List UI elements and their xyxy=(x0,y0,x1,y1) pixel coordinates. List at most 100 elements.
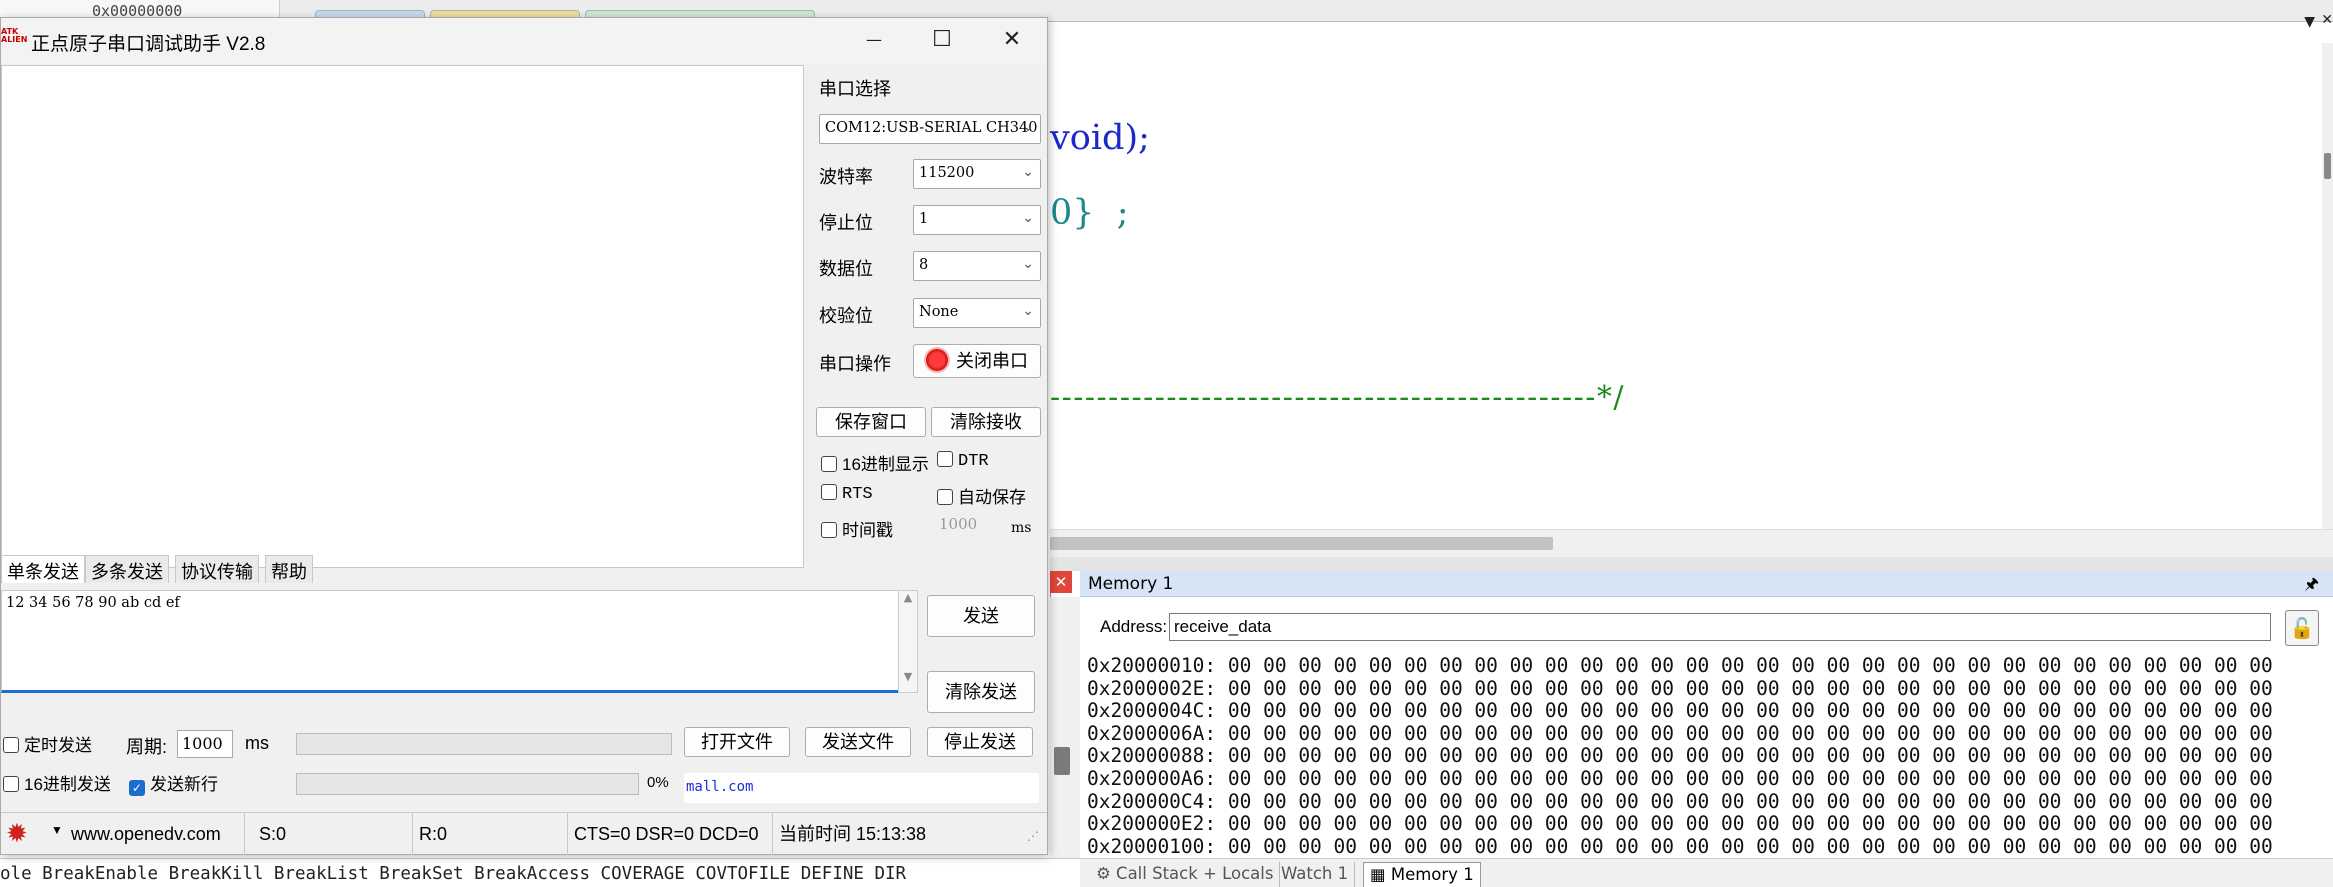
stopbits-label: 停止位 xyxy=(819,213,873,233)
hex-send-checkbox[interactable]: 16进制发送 xyxy=(3,770,111,795)
send-text: 12 34 56 78 90 ab cd ef xyxy=(6,595,180,611)
command-hint-text: ole BreakEnable BreakKill BreakList Brea… xyxy=(0,864,907,884)
status-led-icon xyxy=(926,349,948,371)
baud-label: 波特率 xyxy=(819,167,873,187)
port-operation-label: 串口操作 xyxy=(819,354,891,374)
clear-send-button[interactable]: 清除发送 xyxy=(927,671,1035,713)
close-port-button[interactable]: 关闭串口 xyxy=(913,344,1041,378)
auto-save-checkbox[interactable]: 自动保存 xyxy=(937,483,1026,508)
horizontal-scroll-thumb[interactable] xyxy=(1050,537,1553,550)
send-progress-bar xyxy=(296,773,639,795)
memory-row: 0x20000010: 00 00 00 00 00 00 00 00 00 0… xyxy=(1087,655,2273,677)
send-button[interactable]: 发送 xyxy=(927,595,1035,637)
databits-select[interactable]: 8 ⌄ xyxy=(913,251,1041,281)
current-time: 当前时间 15:13:38 xyxy=(779,824,927,844)
memory-row: 0x200000C4: 00 00 00 00 00 00 00 00 00 0… xyxy=(1087,789,2273,813)
address-input[interactable] xyxy=(1169,613,2271,641)
tabs-close-icon[interactable]: ✕ xyxy=(2321,12,2333,28)
app-logo-icon: ATK ALIEN xyxy=(1,27,28,44)
menu-dropdown-icon[interactable]: ▼ xyxy=(51,823,63,837)
period-label: 周期: xyxy=(126,737,168,757)
send-newline-checkbox[interactable]: ✓ 发送新行 xyxy=(129,770,218,796)
tab-multi-send[interactable]: 多条发送 xyxy=(85,555,169,583)
check-icon: ✓ xyxy=(129,780,145,796)
timed-send-checkbox[interactable]: 定时发送 xyxy=(3,731,92,756)
hex-display-checkbox[interactable]: 16进制显示 xyxy=(821,450,929,475)
sent-count: S:0 xyxy=(253,813,413,855)
minimize-button[interactable]: — xyxy=(844,22,904,58)
rts-checkbox[interactable]: RTS xyxy=(821,483,873,504)
receive-area[interactable] xyxy=(1,65,804,568)
tab-help[interactable]: 帮助 xyxy=(265,555,313,583)
send-file-button[interactable]: 发送文件 xyxy=(805,727,911,757)
resize-grip-icon[interactable]: ⋰ xyxy=(1027,829,1039,843)
databits-label: 数据位 xyxy=(819,259,873,279)
code-editor[interactable]: void); 0} ; ----------------------------… xyxy=(1050,43,2333,529)
chevron-down-icon: ⌄ xyxy=(1022,119,1034,135)
send-input[interactable]: 12 34 56 78 90 ab cd ef xyxy=(1,590,901,693)
scroll-down-icon[interactable]: ▼ xyxy=(899,670,917,683)
panel-splitter[interactable] xyxy=(1050,557,2333,571)
chevron-down-icon: ⌄ xyxy=(1022,210,1034,226)
timestamp-checkbox[interactable]: 时间戳 xyxy=(821,516,893,541)
chevron-down-icon: ⌄ xyxy=(1022,256,1034,272)
port-select[interactable]: COM12:USB-SERIAL CH340 ⌄ xyxy=(819,114,1041,144)
memory-row: 0x20000088: 00 00 00 00 00 00 00 00 00 0… xyxy=(1087,744,2273,768)
chevron-down-icon: ⌄ xyxy=(1022,164,1034,180)
pin-icon[interactable]: 🖈 xyxy=(2304,573,2319,600)
memory-row: 0x2000006A: 00 00 00 00 00 00 00 00 00 0… xyxy=(1087,721,2273,745)
serial-assistant-window: ATK ALIEN 正点原子串口调试助手 V2.8 — ☐ ✕ 串口选择 COM1… xyxy=(0,17,1048,855)
close-button[interactable]: ✕ xyxy=(982,22,1042,58)
open-file-button[interactable]: 打开文件 xyxy=(684,727,790,757)
website-link[interactable]: www.openedv.com xyxy=(65,813,245,855)
scroll-up-icon[interactable]: ▲ xyxy=(899,591,917,604)
timestamp-interval: 1000 xyxy=(939,515,978,533)
maximize-button[interactable]: ☐ xyxy=(912,22,972,58)
memory-row: 0x20000100: 00 00 00 00 00 00 00 00 00 0… xyxy=(1087,834,2273,858)
gear-icon[interactable]: ✹ xyxy=(6,817,28,851)
tab-watch-1[interactable]: Watch 1 xyxy=(1275,862,1356,887)
tabs-dropdown-icon[interactable]: ▼ xyxy=(2304,14,2315,30)
memory-titlebar: Memory 1 🖈 xyxy=(1080,571,2333,597)
tab-single-send[interactable]: 单条发送 xyxy=(1,555,85,583)
call-stack-icon: ⚙ xyxy=(1096,864,1117,883)
send-scrollbar[interactable]: ▲ ▼ xyxy=(898,590,918,693)
close-icon[interactable]: ✕ xyxy=(1050,571,1072,593)
lock-icon[interactable]: 🔓 xyxy=(2285,610,2319,646)
tab-protocol[interactable]: 协议传输 xyxy=(175,555,259,583)
dialog-titlebar[interactable]: ATK ALIEN 正点原子串口调试助手 V2.8 — ☐ ✕ xyxy=(1,18,1047,64)
code-line: void); xyxy=(1050,118,1150,158)
parity-label: 校验位 xyxy=(819,306,873,326)
memory-row: 0x2000002E: 00 00 00 00 00 00 00 00 00 0… xyxy=(1087,676,2273,700)
timestamp-unit: ms xyxy=(1011,520,1032,536)
period-unit: ms xyxy=(245,733,269,753)
save-window-button[interactable]: 保存窗口 xyxy=(816,407,926,437)
ad-link[interactable]: mall.com xyxy=(684,773,1039,803)
chevron-down-icon: ⌄ xyxy=(1022,303,1034,319)
stop-send-button[interactable]: 停止发送 xyxy=(927,727,1033,757)
baud-select[interactable]: 115200 ⌄ xyxy=(913,159,1041,189)
address-label: Address: xyxy=(1100,617,1168,636)
memory-row: 0x200000A6: 00 00 00 00 00 00 00 00 00 0… xyxy=(1087,766,2273,790)
command-hint-strip: ole BreakEnable BreakKill BreakList Brea… xyxy=(0,858,1080,887)
parity-select[interactable]: None ⌄ xyxy=(913,298,1041,328)
editor-vertical-scrollbar[interactable] xyxy=(2322,43,2333,529)
code-line: 0} ; xyxy=(1050,193,1129,233)
clear-receive-button[interactable]: 清除接收 xyxy=(931,407,1041,437)
memory-side-scrollbar[interactable] xyxy=(1050,597,1080,858)
memory-row: 0x200000E2: 00 00 00 00 00 00 00 00 00 0… xyxy=(1087,812,2273,836)
dtr-checkbox[interactable]: DTR xyxy=(937,450,989,471)
progress-percent: 0% xyxy=(647,774,669,791)
file-progress-bar xyxy=(296,733,672,755)
memory-scroll-thumb[interactable] xyxy=(1054,747,1070,775)
received-count: R:0 xyxy=(413,813,568,855)
memory-dump[interactable]: 0x20000010: 00 00 00 00 00 00 00 00 00 0… xyxy=(1087,655,2327,858)
port-select-label: 串口选择 xyxy=(819,79,891,99)
code-comment-line: ----------------------------------------… xyxy=(1050,380,1626,415)
tab-memory-1[interactable]: ▦ Memory 1 xyxy=(1363,862,1481,887)
line-status: CTS=0 DSR=0 DCD=0 xyxy=(568,813,773,855)
period-input[interactable]: 1000 xyxy=(177,730,233,758)
debug-bottom-tabs: ⚙ Call Stack + Locals Watch 1 ▦ Memory 1 xyxy=(1080,858,2333,887)
tab-call-stack[interactable]: ⚙ Call Stack + Locals xyxy=(1090,862,1281,887)
stopbits-select[interactable]: 1 ⌄ xyxy=(913,205,1041,235)
